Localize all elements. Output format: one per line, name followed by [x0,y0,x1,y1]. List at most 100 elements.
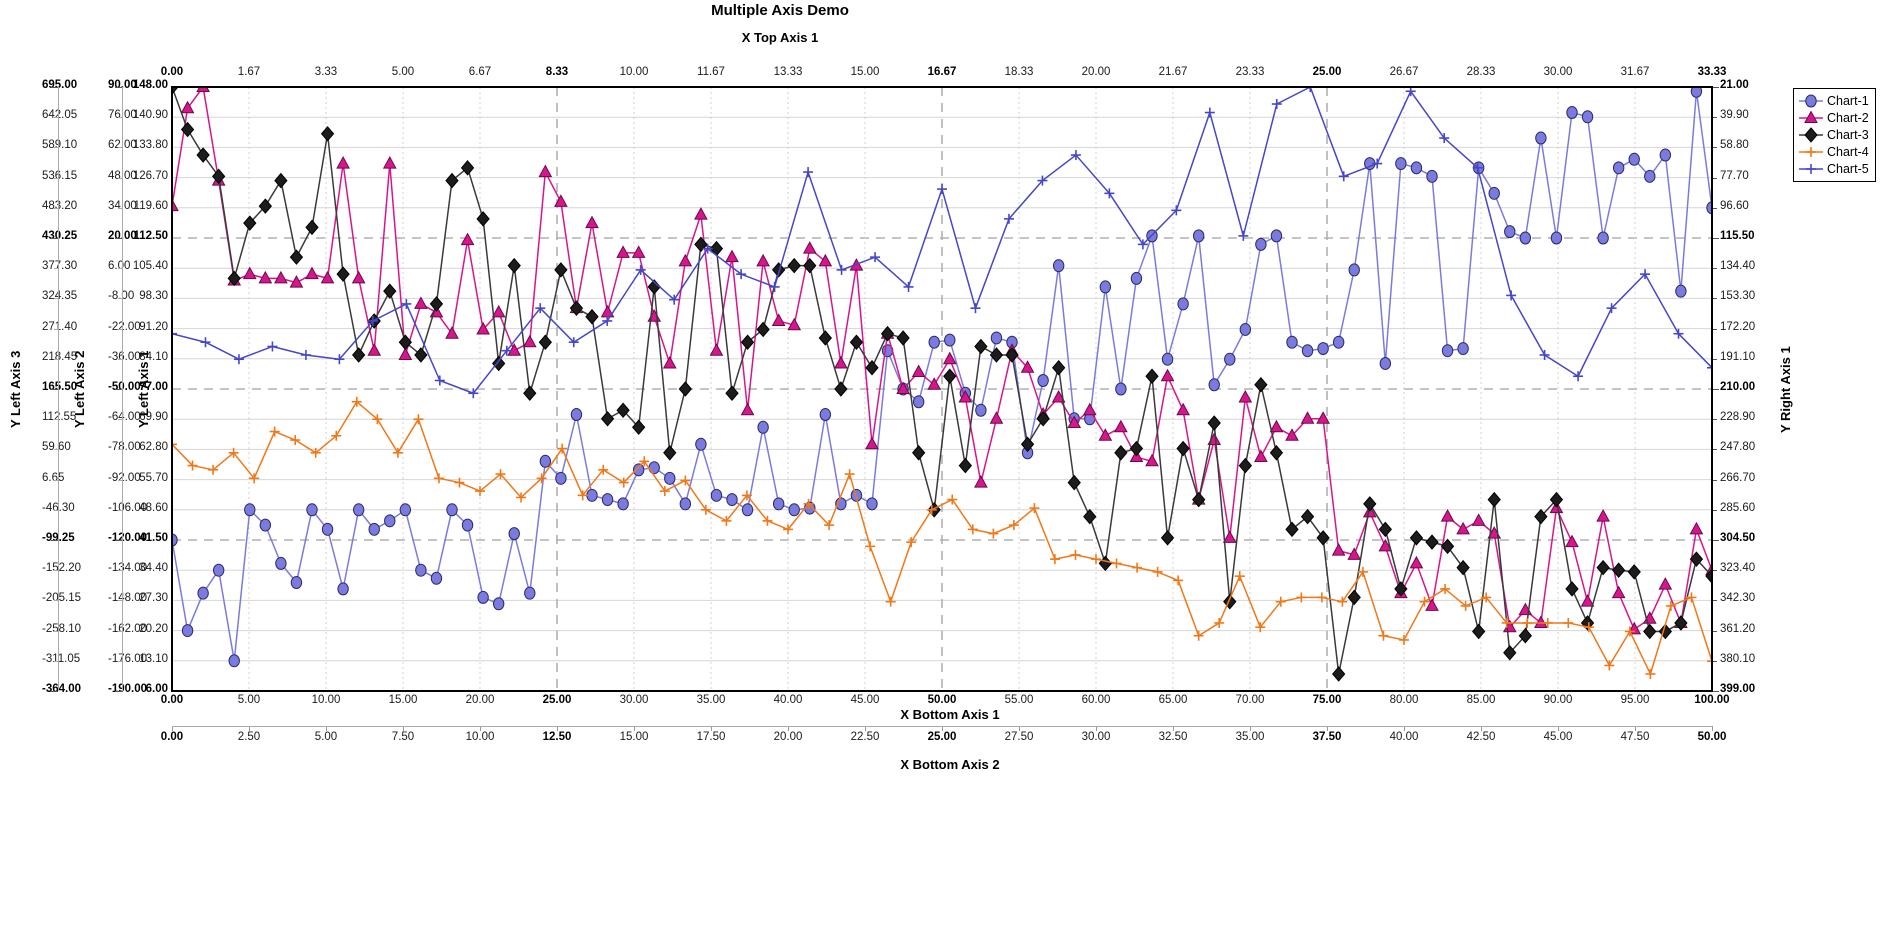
axis-tick-label: 25.00 [542,694,572,706]
axis-tick-label: 100.00 [1694,694,1730,706]
axis-tick-label: 247.80 [1720,441,1756,454]
axis-tick-label: 75.00 [1312,694,1342,706]
axis-tick-label: 119.60 [133,199,168,212]
axis-tick-label: 5.00 [314,731,338,743]
axis-tick-label: 47.50 [1620,731,1650,743]
axis-tick-mark [1712,117,1717,119]
axis-tick-label: 90.00 [1543,694,1573,706]
axis-tick-label: 41.50 [139,532,168,544]
axis-tick-label: -258.10 [42,622,82,635]
axis-tick-label: 42.50 [1466,731,1496,743]
legend-swatch-triangle-icon [1799,109,1823,123]
axis-tick-label: 50.00 [1697,731,1727,743]
legend-item-chart-2[interactable]: Chart-2 [1798,109,1869,126]
series-chart-5 [172,87,1712,399]
axis-tick-label: 69.90 [139,411,168,424]
axis-tick-mark [1712,389,1719,390]
axis-tick-label: 266.70 [1720,471,1756,484]
axis-tick-label: 304.50 [1720,532,1756,544]
axis-tick-label: 8.33 [545,66,569,78]
axis-tick-label: 112.55 [42,411,77,424]
axis-tick-label: 21.00 [1720,79,1749,91]
bottom-axis-2-title: X Bottom Axis 2 [900,757,1000,772]
axis-tick-label: 228.90 [1720,411,1756,424]
legend-item-chart-3[interactable]: Chart-3 [1798,126,1869,143]
axis-tick-label: 191.10 [1720,350,1756,363]
axis-tick-mark [1712,419,1717,421]
axis-tick-mark [1712,268,1717,270]
right-axis-1-title: Y Right Axis 1 [1778,345,1793,433]
legend-item-chart-5[interactable]: Chart-5 [1798,160,1869,177]
legend-item-label: Chart-3 [1827,127,1869,142]
axis-tick-label: 13.10 [139,652,168,665]
axis-tick-label: 21.67 [1158,66,1188,78]
top-axis-title: X Top Axis 1 [741,30,819,45]
axis-tick-label: 20.00 [773,731,803,743]
axis-tick-mark [115,691,122,692]
axis-tick-label: -364.00 [42,683,82,695]
axis-tick-label: 0.00 [160,731,184,743]
axis-tick-label: 50.00 [927,694,957,706]
axis-tick-label: 210.00 [1720,381,1756,393]
axis-tick-mark [1712,177,1717,179]
axis-tick-label: 12.50 [542,731,572,743]
legend-swatch-plus-icon [1799,146,1823,157]
axis-tick-label: 105.40 [132,260,168,273]
axis-tick-label: 31.67 [1620,66,1650,78]
axis-tick-label: -36.00 [108,350,141,363]
axis-tick-label: 323.40 [1720,562,1756,575]
axis-tick-label: -64.00 [108,411,141,424]
axis-tick-label: -311.05 [42,652,81,665]
axis-tick-label: 30.00 [619,694,649,706]
axis-tick-label: -22.00 [108,320,141,333]
axis-tick-label: 15.00 [388,694,418,706]
legend-swatch-plus-icon [1799,163,1823,174]
legend-item-chart-4[interactable]: Chart-4 [1798,143,1869,160]
axis-tick-label: 55.00 [1004,694,1034,706]
axis-tick-label: 25.00 [927,731,957,743]
axis-tick-label: 58.80 [1720,139,1749,152]
axis-tick-label: 324.35 [42,290,78,303]
axis-tick-label: 0.00 [160,694,184,706]
axis-tick-label: 6.65 [42,471,65,484]
axis-tick-label: 5.00 [237,694,261,706]
axis-tick-label: 70.00 [1235,694,1265,706]
axis-tick-label: 37.50 [1312,731,1342,743]
axis-tick-label: 20.00 [1081,66,1111,78]
bottom-axis-1-title: X Bottom Axis 1 [900,707,1000,722]
axis-tick-label: 34.40 [139,562,168,575]
axis-tick-label: 15.00 [850,66,880,78]
axis-tick-mark [51,238,58,239]
axis-tick-label: 22.50 [850,731,880,743]
left-axis-3-title: Y Left Axis 3 [8,350,23,428]
axis-tick-label: 45.00 [1543,731,1573,743]
axis-tick-label: 148.00 [132,79,168,91]
legend-swatch-circle-icon [1799,94,1823,107]
axis-tick-mark [51,691,58,692]
axis-tick-mark [1712,358,1717,360]
axis-tick-label: 18.33 [1004,66,1034,78]
legend[interactable]: Chart-1 Chart-2 Chart-3 Chart-4 Chart-5 [1793,88,1876,182]
axis-tick-label: 153.30 [1720,290,1756,303]
axis-tick-mark [115,238,122,239]
legend-item-chart-1[interactable]: Chart-1 [1798,92,1869,109]
axis-tick-label: 1.67 [237,66,261,78]
axis-tick-label: 20.20 [139,622,168,635]
axis-tick-label: 126.70 [132,169,168,182]
axis-tick-label: 62.80 [139,441,168,454]
axis-tick-label: 23.33 [1235,66,1265,78]
legend-swatch-diamond-icon [1799,126,1823,143]
axis-tick-label: 65.00 [1158,694,1188,706]
axis-tick-label: 7.50 [391,731,415,743]
axis-tick-mark [1712,147,1717,149]
axis-tick-label: 39.90 [1720,109,1749,122]
axis-tick-label: 45.00 [850,694,880,706]
axis-tick-label: 140.90 [132,109,168,122]
axis-tick-label: 0.00 [160,66,184,78]
axis-tick-mark [115,540,122,541]
axis-tick-label: 77.70 [1720,169,1749,182]
axis-tick-label: 27.30 [139,592,168,605]
axis-tick-label: 85.00 [1466,694,1496,706]
axis-tick-label: 5.00 [391,66,415,78]
axis-tick-mark [1712,479,1717,481]
